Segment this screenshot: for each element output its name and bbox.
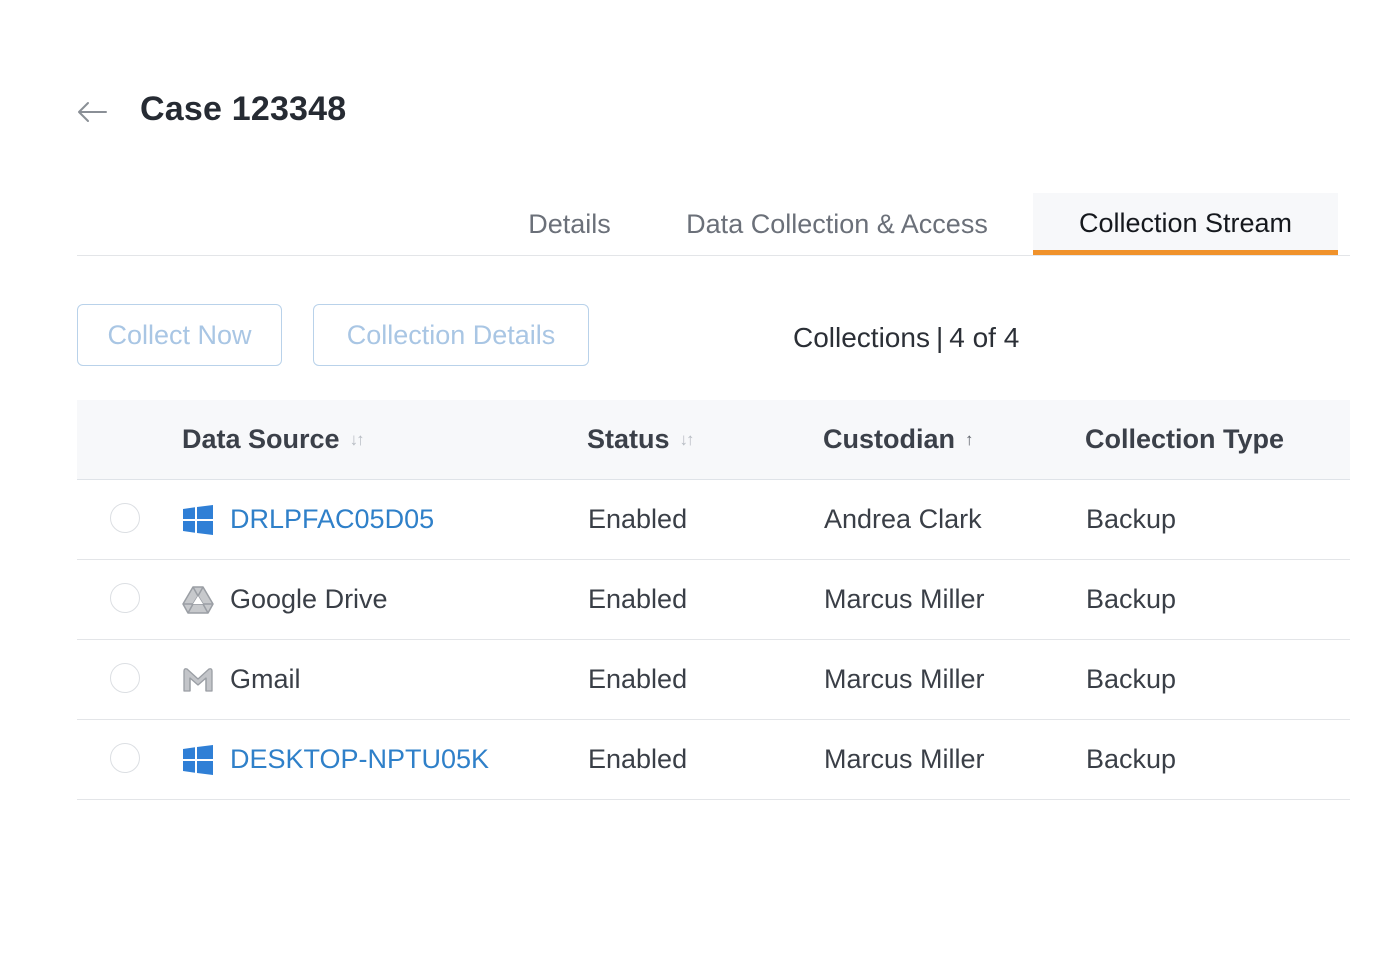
page-title: Case 123348 bbox=[140, 90, 347, 128]
column-label: Status bbox=[587, 424, 670, 454]
custodian-cell: Andrea Clark bbox=[824, 504, 982, 534]
data-source-cell: DRLPFAC05D05 bbox=[182, 480, 434, 559]
count-value: 4 of 4 bbox=[949, 322, 1020, 353]
row-select-radio[interactable] bbox=[110, 743, 140, 773]
collections-table: Data Source ↓↑ Status ↓↑ Custodian ↑ Col… bbox=[77, 400, 1350, 800]
google-drive-icon bbox=[182, 584, 214, 616]
table-row[interactable]: Google Drive Enabled Marcus Miller Backu… bbox=[77, 560, 1350, 640]
data-source-name: Gmail bbox=[230, 664, 301, 694]
data-source-link[interactable]: DESKTOP-NPTU05K bbox=[230, 744, 489, 775]
collect-now-button[interactable]: Collect Now bbox=[77, 304, 282, 366]
tab-details[interactable]: Details bbox=[507, 193, 632, 255]
collection-type-cell: Backup bbox=[1086, 504, 1177, 534]
status-cell: Enabled bbox=[588, 664, 688, 694]
table-row[interactable]: DESKTOP-NPTU05K Enabled Marcus Miller Ba… bbox=[77, 720, 1350, 800]
collection-type-cell: Backup bbox=[1086, 584, 1177, 614]
data-source-cell: DESKTOP-NPTU05K bbox=[182, 720, 489, 799]
page-header: Case 123348 bbox=[76, 90, 346, 129]
windows-icon bbox=[182, 504, 214, 536]
sort-ascending-icon[interactable]: ↑ bbox=[965, 430, 973, 450]
status-cell: Enabled bbox=[588, 504, 688, 534]
count-label: Collections bbox=[793, 322, 930, 353]
column-header-custodian[interactable]: Custodian ↑ bbox=[823, 400, 973, 479]
status-cell: Enabled bbox=[588, 584, 688, 614]
collection-type-cell: Backup bbox=[1086, 664, 1177, 694]
status-cell: Enabled bbox=[588, 744, 688, 774]
column-label: Collection Type bbox=[1085, 424, 1285, 454]
arrow-left-icon bbox=[78, 101, 107, 122]
tab-collection-stream[interactable]: Collection Stream bbox=[1033, 193, 1338, 255]
data-source-cell: Gmail bbox=[182, 640, 301, 719]
column-label: Custodian bbox=[823, 424, 955, 454]
data-source-link[interactable]: DRLPFAC05D05 bbox=[230, 504, 434, 535]
custodian-cell: Marcus Miller bbox=[824, 584, 985, 614]
custodian-cell: Marcus Miller bbox=[824, 744, 985, 774]
row-select-radio[interactable] bbox=[110, 583, 140, 613]
column-label: Data Source bbox=[182, 424, 340, 454]
sort-icon[interactable]: ↓↑ bbox=[680, 430, 695, 450]
data-source-name: Google Drive bbox=[230, 584, 388, 614]
table-header: Data Source ↓↑ Status ↓↑ Custodian ↑ Col… bbox=[77, 400, 1350, 480]
collections-count: Collections | 4 of 4 bbox=[793, 322, 1019, 354]
table-row[interactable]: Gmail Enabled Marcus Miller Backup bbox=[77, 640, 1350, 720]
gmail-icon bbox=[182, 664, 214, 696]
tab-bar: Details Data Collection & Access Collect… bbox=[77, 193, 1350, 256]
count-separator: | bbox=[935, 322, 944, 353]
custodian-cell: Marcus Miller bbox=[824, 664, 985, 694]
data-source-cell: Google Drive bbox=[182, 560, 388, 639]
tab-data-collection-access[interactable]: Data Collection & Access bbox=[662, 193, 1012, 255]
collection-type-cell: Backup bbox=[1086, 744, 1177, 774]
column-header-data-source[interactable]: Data Source ↓↑ bbox=[182, 400, 365, 479]
column-header-collection-type: Collection Type bbox=[1085, 400, 1284, 479]
column-header-status[interactable]: Status ↓↑ bbox=[587, 400, 695, 479]
row-select-radio[interactable] bbox=[110, 503, 140, 533]
collection-details-button[interactable]: Collection Details bbox=[313, 304, 589, 366]
table-row[interactable]: DRLPFAC05D05 Enabled Andrea Clark Backup bbox=[77, 480, 1350, 560]
sort-icon[interactable]: ↓↑ bbox=[350, 430, 365, 450]
windows-icon bbox=[182, 744, 214, 776]
back-button[interactable] bbox=[76, 96, 108, 128]
row-select-radio[interactable] bbox=[110, 663, 140, 693]
